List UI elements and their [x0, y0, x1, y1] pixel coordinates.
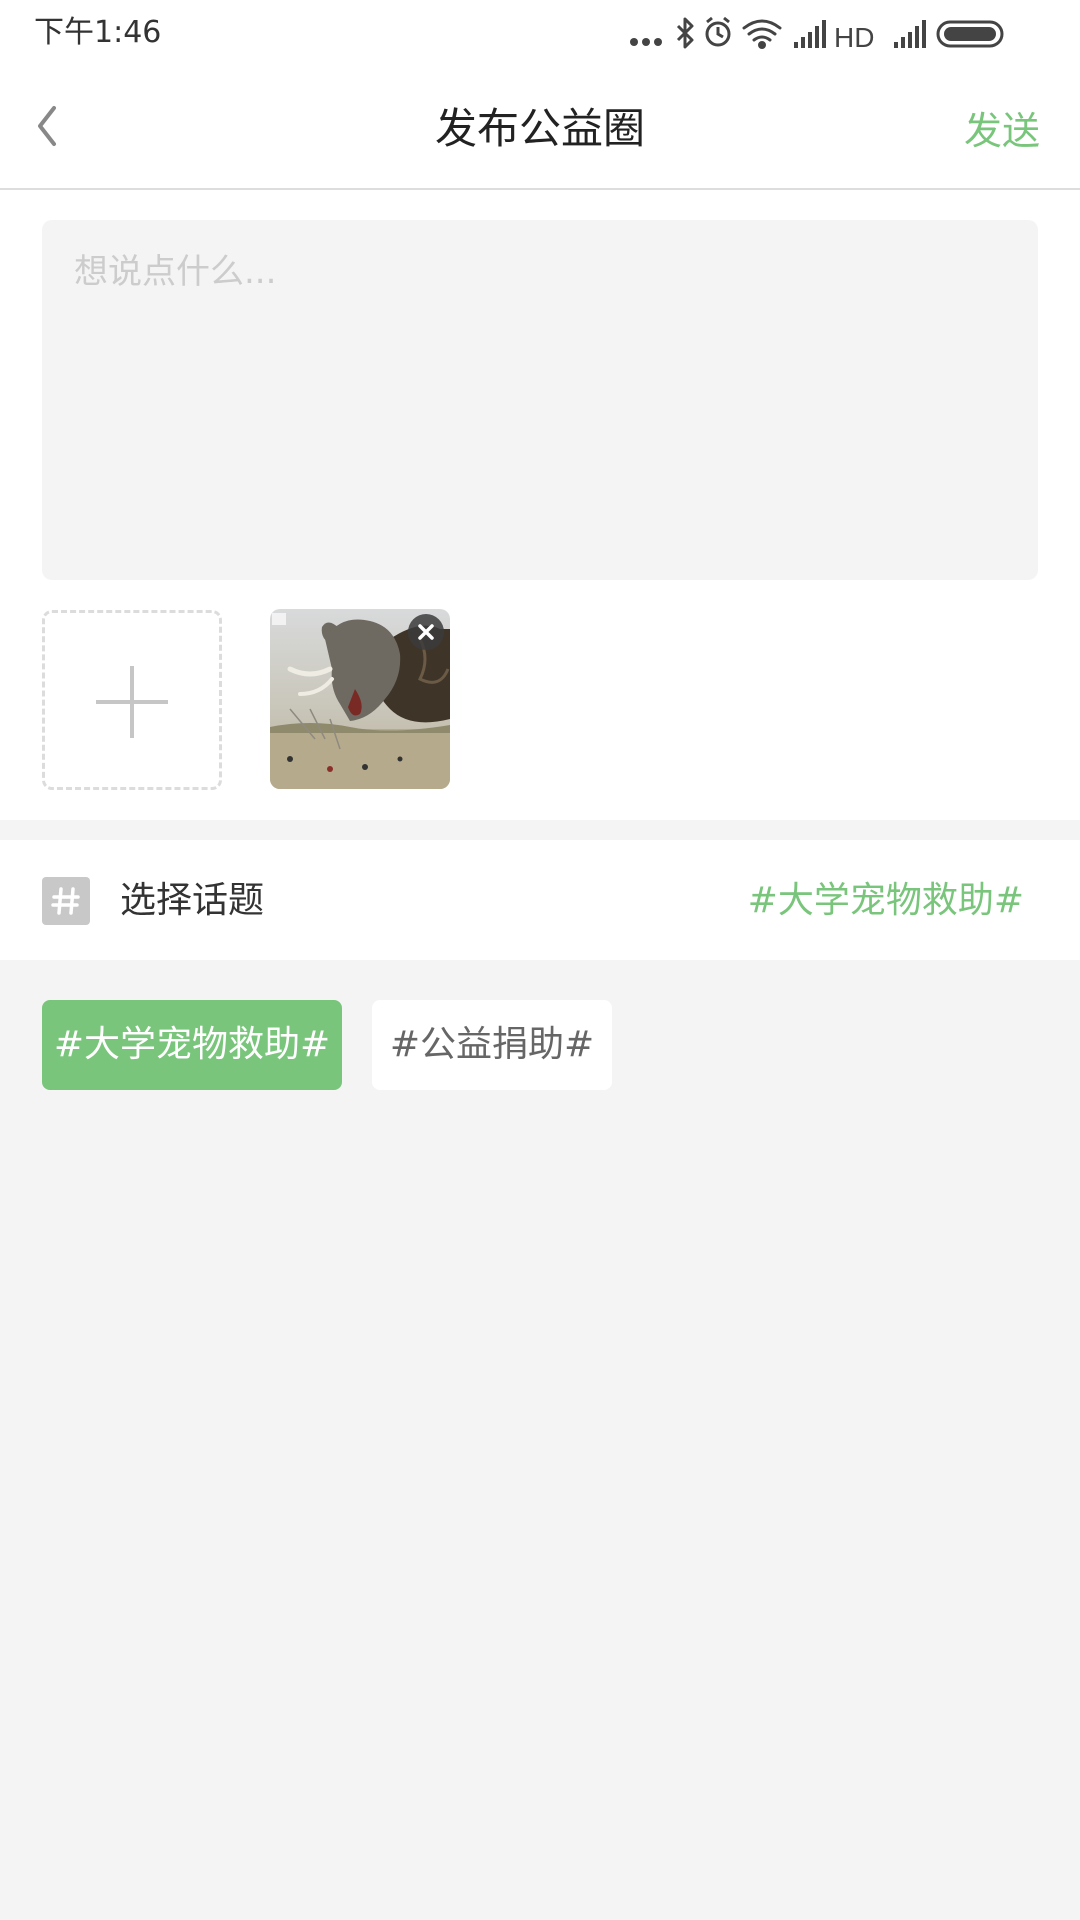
add-image-button[interactable]: [42, 610, 222, 790]
status-icons: HD: [630, 16, 1004, 53]
network-label: HD: [834, 22, 874, 53]
battery-icon: [936, 20, 1004, 48]
status-bar: 下午1:46 HD: [0, 0, 1080, 66]
alarm-icon: [705, 16, 731, 47]
topic-selector-row[interactable]: 选择话题 #大学宠物救助#: [0, 840, 1080, 960]
close-icon: [418, 624, 434, 640]
wifi-icon: [742, 19, 782, 49]
page-title: 发布公益圈: [434, 104, 645, 153]
back-button[interactable]: [28, 92, 88, 162]
compose-section: [0, 190, 1080, 820]
topic-chip-donation[interactable]: #公益捐助#: [372, 1000, 612, 1090]
remove-photo-button[interactable]: [408, 614, 444, 650]
hash-icon: [42, 877, 90, 925]
nav-bar: 发布公益圈 发送: [0, 66, 1080, 190]
post-text-input[interactable]: [42, 220, 1038, 580]
signal-icon: [794, 20, 826, 48]
topic-chip-pet-rescue[interactable]: #大学宠物救助#: [42, 1000, 342, 1090]
send-button[interactable]: 发送: [964, 66, 1040, 188]
more-dots-icon: [630, 38, 662, 46]
bluetooth-icon: [676, 17, 694, 49]
status-time: 下午1:46: [34, 15, 162, 50]
topic-label: 选择话题: [120, 880, 265, 921]
selected-topic: #大学宠物救助#: [747, 880, 1024, 921]
signal-icon: [894, 20, 926, 48]
chevron-left-icon: [38, 106, 56, 146]
